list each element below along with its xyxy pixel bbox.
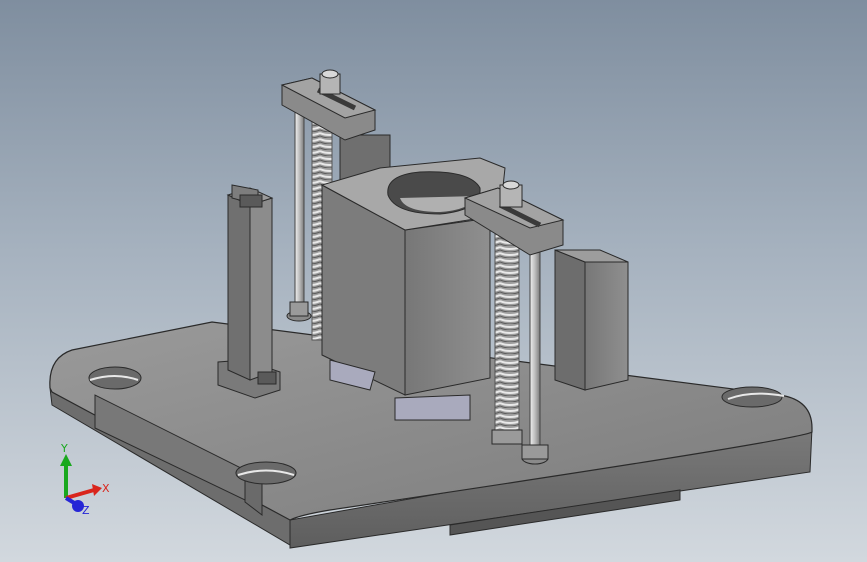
mounting-slot-front [235,461,297,485]
right-spring [491,229,523,445]
left-guide-rod[interactable] [286,109,312,322]
mounting-slot-left [88,366,142,390]
x-axis-arrow [65,488,95,500]
y-axis-head [60,454,72,466]
x-axis-label: X [102,482,110,495]
x-axis-head [92,484,102,496]
mounting-slot-right [721,386,785,408]
3d-viewport[interactable]: Y X Z [0,0,867,562]
support-block[interactable] [554,249,629,391]
locator-pillar[interactable] [217,184,281,399]
cad-model-scene[interactable] [0,0,867,562]
z-axis-label: Z [82,504,90,517]
y-axis-label: Y [60,442,68,455]
housing-block-front-face [404,217,491,396]
orientation-triad[interactable]: Y X Z [44,440,114,520]
